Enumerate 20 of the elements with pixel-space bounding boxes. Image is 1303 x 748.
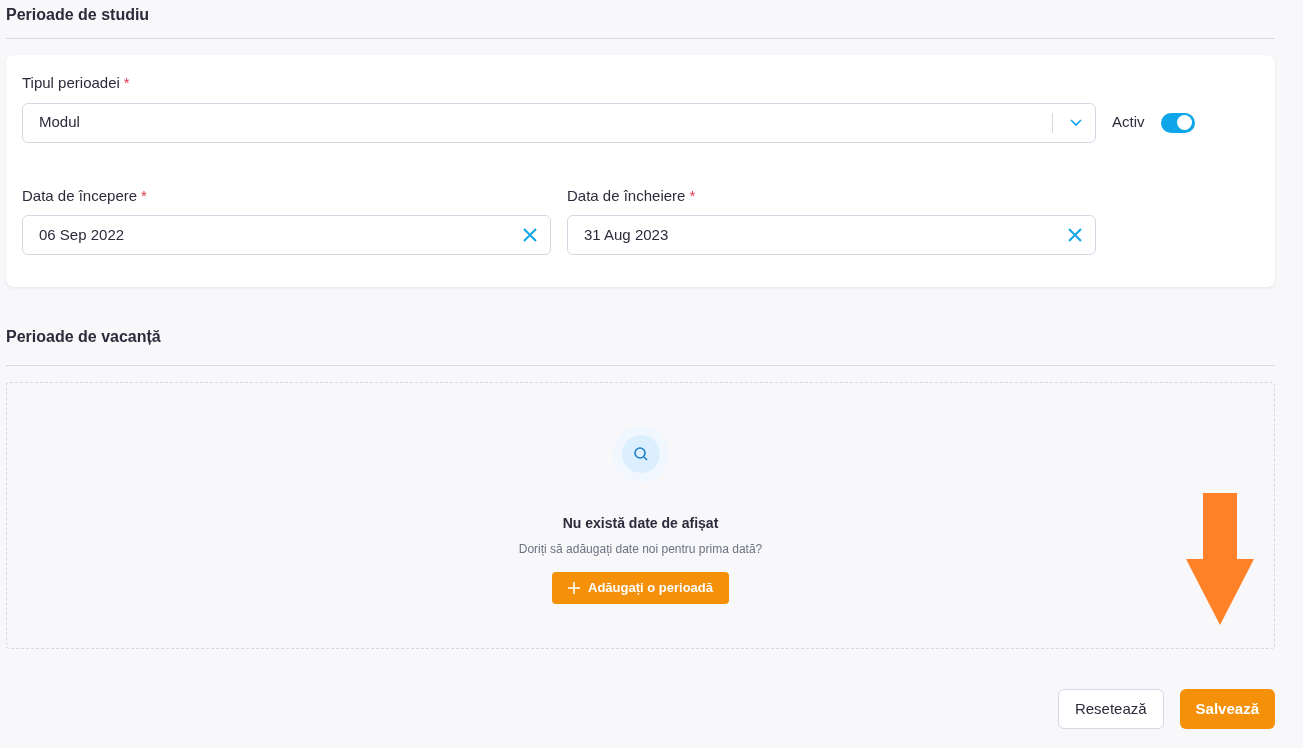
plus-icon bbox=[568, 582, 580, 594]
required-asterisk: * bbox=[689, 185, 696, 206]
field-label: Data de începere bbox=[22, 185, 138, 206]
clear-icon[interactable] bbox=[1067, 227, 1083, 243]
active-toggle[interactable] bbox=[1160, 112, 1195, 133]
section-title: Perioade de vacanță bbox=[6, 327, 162, 347]
date-field[interactable]: 06 Sep 2022 bbox=[22, 215, 551, 255]
required-asterisk: * bbox=[141, 185, 147, 206]
period-type-dropdown[interactable]: Modul bbox=[22, 102, 1096, 143]
clear-icon[interactable] bbox=[522, 227, 538, 243]
date-field[interactable]: 31 Aug 2023 bbox=[567, 215, 1096, 255]
section-title: Perioade de studiu bbox=[6, 5, 151, 25]
required-asterisk: * bbox=[123, 73, 130, 93]
reset-button[interactable]: Resetează bbox=[1057, 689, 1164, 729]
field-label: Tipul perioadei bbox=[22, 73, 120, 93]
empty-state-title: Nu există date de afișat bbox=[562, 514, 719, 533]
chevron-down-icon bbox=[1069, 118, 1083, 127]
empty-state-text: Doriți să adăugați date noi pentru prima dată? bbox=[518, 541, 763, 558]
toggle-label: Activ bbox=[1112, 112, 1145, 133]
field-label: Data de încheiere bbox=[567, 185, 686, 206]
